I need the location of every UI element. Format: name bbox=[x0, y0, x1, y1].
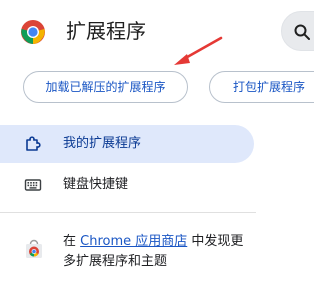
chrome-web-store-icon bbox=[26, 239, 42, 258]
chrome-logo-icon bbox=[21, 20, 45, 44]
extension-puzzle-icon bbox=[26, 136, 41, 151]
pack-extension-button[interactable]: 打包扩展程序 bbox=[209, 71, 314, 103]
store-promo-prefix: 在 bbox=[63, 234, 81, 249]
chrome-web-store-link[interactable]: Chrome 应用商店 bbox=[80, 234, 187, 249]
store-promo-text: 在 Chrome 应用商店 中发现更多扩展程序和主题 bbox=[63, 232, 253, 272]
sidebar-item-label: 我的扩展程序 bbox=[63, 136, 142, 151]
sidebar-item-my-extensions[interactable]: 我的扩展程序 bbox=[0, 125, 254, 163]
search-icon bbox=[294, 24, 310, 40]
load-unpacked-button[interactable]: 加载已解压的扩展程序 bbox=[23, 71, 188, 103]
search-button[interactable] bbox=[281, 11, 314, 51]
page-title: 扩展程序 bbox=[66, 19, 146, 43]
sidebar-divider bbox=[0, 212, 256, 213]
sidebar-item-keyboard-shortcuts[interactable]: 键盘快捷键 bbox=[0, 166, 254, 204]
sidebar-item-label: 键盘快捷键 bbox=[63, 177, 129, 192]
red-arrow-annotation bbox=[174, 36, 223, 65]
keyboard-icon bbox=[24, 179, 42, 191]
extensions-page: 扩展程序 加载已解压的扩展程序 打包扩展程序 我的扩展程序 键盘快捷键 在 Ch… bbox=[0, 0, 314, 302]
